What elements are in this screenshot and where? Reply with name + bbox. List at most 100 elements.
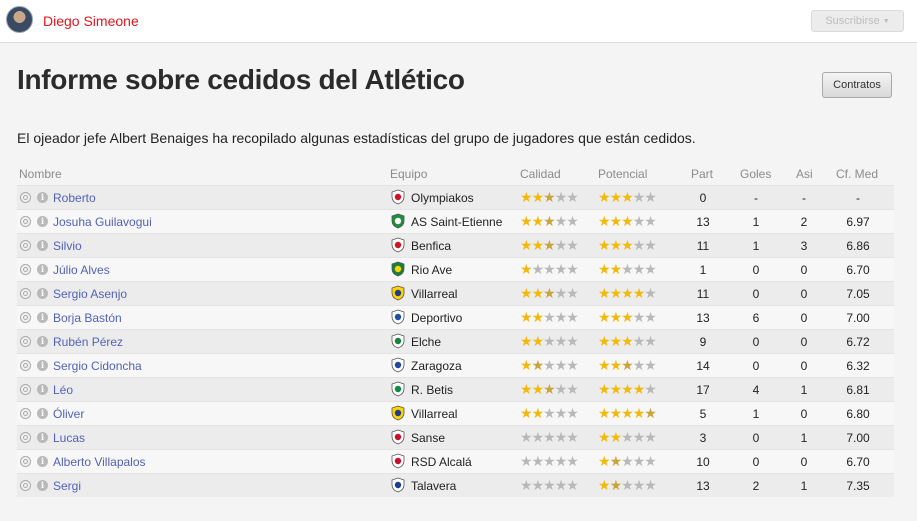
club-name-link[interactable]: Villarreal: [411, 407, 457, 421]
scout-target-icon[interactable]: [20, 384, 31, 395]
table-row[interactable]: i Roberto Olympiakos ★★★★★ ★★★★★ 0- - -: [17, 185, 894, 209]
scout-target-icon[interactable]: [20, 456, 31, 467]
player-name-link[interactable]: Roberto: [53, 191, 96, 205]
player-name-link[interactable]: Rubén Pérez: [53, 335, 123, 349]
info-icon[interactable]: i: [37, 432, 48, 443]
info-icon[interactable]: i: [37, 264, 48, 275]
info-icon[interactable]: i: [37, 192, 48, 203]
apps-value: 11: [696, 287, 710, 301]
info-icon[interactable]: i: [37, 408, 48, 419]
potential-stars: ★★★★★: [598, 261, 657, 277]
table-row[interactable]: i Borja Bastón Deportivo ★★★★★ ★★★★★ 13 6 0 7.00: [17, 305, 894, 329]
col-potential[interactable]: Potencial: [598, 167, 647, 181]
table-row[interactable]: i Júlio Alves Rio Ave ★★★★★ ★★★★★ 1 0 0 6.70: [17, 257, 894, 281]
loans-table: Nombre Equipo Calidad Potencial Part Gol…: [17, 163, 894, 497]
scout-target-icon[interactable]: [20, 432, 31, 443]
table-row[interactable]: i Rubén Pérez Elche ★★★★★ ★★★★★ 9 0 0 6.72: [17, 329, 894, 353]
scout-target-icon[interactable]: [20, 192, 31, 203]
col-goals[interactable]: Goles: [740, 167, 771, 181]
table-row[interactable]: i Lucas Sanse ★★★★★ ★★★★★ 3 0 1 7.00: [17, 425, 894, 449]
club-crest-icon: [391, 285, 405, 301]
club-name-link[interactable]: Deportivo: [411, 311, 462, 325]
scout-target-icon[interactable]: [20, 480, 31, 491]
star-icon: ★: [543, 309, 556, 325]
assists-value: 1: [800, 383, 808, 397]
table-row[interactable]: i Alberto Villapalos RSD Alcalá ★★★★★ ★★★★★ 1…: [17, 449, 894, 473]
scout-target-icon[interactable]: [20, 240, 31, 251]
col-ability[interactable]: Calidad: [520, 167, 561, 181]
col-assists[interactable]: Asi: [796, 167, 813, 181]
scout-target-icon[interactable]: [20, 264, 31, 275]
club-name-link[interactable]: Talavera: [411, 479, 456, 493]
table-row[interactable]: i Óliver Villarreal ★★★★★ ★★★★★ 5 1 0 6.80: [17, 401, 894, 425]
club-name-link[interactable]: RSD Alcalá: [411, 455, 472, 469]
player-name-link[interactable]: Alberto Villapalos: [53, 455, 146, 469]
contracts-button[interactable]: Contratos: [822, 72, 892, 98]
info-icon[interactable]: i: [37, 240, 48, 251]
star-icon: ★: [566, 285, 579, 301]
player-name-link[interactable]: Léo: [53, 383, 73, 397]
club-name-link[interactable]: Sanse: [411, 431, 445, 445]
player-name-link[interactable]: Josuha Guilavogui: [53, 215, 152, 229]
club-name-link[interactable]: Olympiakos: [411, 191, 474, 205]
col-name[interactable]: Nombre: [19, 167, 62, 181]
info-icon[interactable]: i: [37, 360, 48, 371]
info-icon[interactable]: i: [37, 480, 48, 491]
ability-stars: ★★★★★: [520, 429, 579, 445]
player-name-link[interactable]: Júlio Alves: [53, 263, 110, 277]
info-icon[interactable]: i: [37, 456, 48, 467]
ability-stars: ★★★★★: [520, 285, 579, 301]
club-crest-icon: [391, 213, 405, 229]
table-row[interactable]: i Léo R. Betis ★★★★★ ★★★★★ 17 4 1 6.81: [17, 377, 894, 401]
star-icon: ★: [520, 309, 533, 325]
col-apps[interactable]: Part: [691, 167, 713, 181]
player-name-link[interactable]: Óliver: [53, 407, 84, 421]
info-icon[interactable]: i: [37, 216, 48, 227]
star-icon: ★: [609, 381, 623, 397]
col-rating[interactable]: Cf. Med: [836, 167, 878, 181]
player-name-link[interactable]: Sergio Asenjo: [53, 287, 127, 301]
scout-target-icon[interactable]: [20, 216, 31, 227]
info-icon[interactable]: i: [37, 288, 48, 299]
table-row[interactable]: i Sergio Cidoncha Zaragoza ★★★★★ ★★★★★ 14 0 0 6.…: [17, 353, 894, 377]
scout-target-icon[interactable]: [20, 288, 31, 299]
star-icon: ★: [598, 333, 611, 349]
club-name-link[interactable]: Elche: [411, 335, 441, 349]
player-name-link[interactable]: Sergio Cidoncha: [53, 359, 142, 373]
star-icon: ★: [621, 333, 634, 349]
club-name-link[interactable]: Villarreal: [411, 287, 457, 301]
player-name-link[interactable]: Lucas: [53, 431, 85, 445]
info-icon[interactable]: i: [37, 384, 48, 395]
subscribe-button[interactable]: Suscribirse ▼: [811, 10, 904, 32]
club-name-link[interactable]: AS Saint-Etienne: [411, 215, 502, 229]
table-row[interactable]: i Josuha Guilavogui AS Saint-Etienne ★★★★★ ★…: [17, 209, 894, 233]
player-name-link[interactable]: Silvio: [53, 239, 82, 253]
goals-value: 0: [752, 335, 760, 349]
scout-target-icon[interactable]: [20, 408, 31, 419]
club-name-link[interactable]: R. Betis: [411, 383, 453, 397]
table-row[interactable]: i Sergio Asenjo Villarreal ★★★★★ ★★★★★ 11 0 0 7.…: [17, 281, 894, 305]
scout-target-icon[interactable]: [20, 336, 31, 347]
table-row[interactable]: i Sergi Talavera ★★★★★ ★★★★★ 13 2 1 7.35: [17, 473, 894, 497]
info-icon[interactable]: i: [37, 336, 48, 347]
scout-target-icon[interactable]: [20, 312, 31, 323]
star-icon: ★: [621, 285, 634, 301]
club-name-link[interactable]: Zaragoza: [411, 359, 462, 373]
star-icon: ★: [531, 381, 545, 397]
player-name-link[interactable]: Borja Bastón: [53, 311, 122, 325]
star-icon: ★: [520, 453, 533, 469]
manager-name[interactable]: Diego Simeone: [43, 13, 139, 29]
star-icon: ★: [621, 405, 634, 421]
assists-value: 1: [800, 479, 808, 493]
potential-stars: ★★★★★: [598, 213, 657, 229]
club-name-link[interactable]: Rio Ave: [411, 263, 452, 277]
col-club[interactable]: Equipo: [390, 167, 427, 181]
potential-stars: ★★★★★: [598, 237, 657, 253]
info-icon[interactable]: i: [37, 312, 48, 323]
manager-avatar[interactable]: [6, 6, 33, 33]
club-name-link[interactable]: Benfica: [411, 239, 451, 253]
table-row[interactable]: i Silvio Benfica ★★★★★ ★★★★★ 11 1 3 6.86: [17, 233, 894, 257]
player-name-link[interactable]: Sergi: [53, 479, 81, 493]
star-icon: ★: [644, 477, 657, 493]
scout-target-icon[interactable]: [20, 360, 31, 371]
